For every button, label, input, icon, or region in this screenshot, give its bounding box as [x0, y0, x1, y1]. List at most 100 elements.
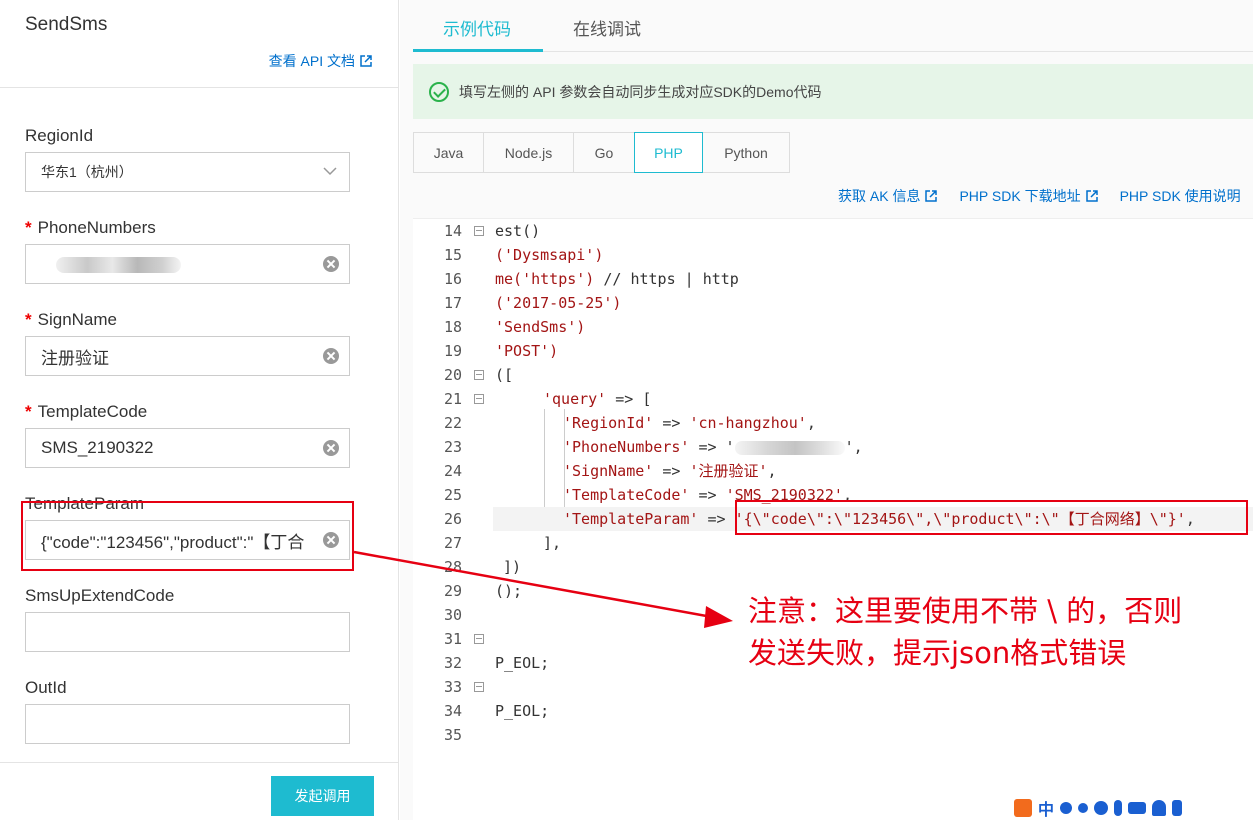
required-mark: * [25, 310, 32, 329]
ak-info-link[interactable]: 获取 AK 信息 [838, 186, 938, 206]
line-number: 20 [443, 366, 462, 384]
out-id-input[interactable] [25, 704, 350, 744]
code-token: 'TemplateParam' [563, 510, 699, 528]
line-number: 33 [443, 678, 462, 696]
code-line: (); [495, 582, 523, 600]
fold-icon[interactable] [474, 370, 484, 380]
code-token: 'cn-hangzhou' [689, 414, 807, 432]
chinese-mode-icon[interactable]: 中 [1038, 796, 1054, 820]
annotation-line-2: 发送失败，提示json格式错误 [748, 636, 1127, 670]
code-line: P_EOL; [495, 654, 550, 672]
user-icon[interactable] [1152, 799, 1167, 816]
fold-icon[interactable] [474, 394, 484, 404]
sms-up-extend-input[interactable] [25, 612, 350, 652]
clear-icon[interactable] [323, 440, 339, 456]
sign-label: * SignName [25, 310, 117, 330]
sign-label-text: SignName [37, 310, 117, 329]
code-line: P_EOL; [495, 702, 550, 720]
tab-online-debug[interactable]: 在线调试 [573, 15, 641, 40]
code-token: me('https') [495, 270, 595, 288]
emoji-icon[interactable] [1094, 800, 1109, 815]
line-number: 23 [443, 438, 462, 456]
line-number: 17 [443, 294, 462, 312]
api-doc-link[interactable]: 查看 API 文档 [269, 51, 372, 71]
code-token: => [689, 486, 726, 504]
active-tab-indicator [413, 49, 543, 52]
lang-tab-nodejs[interactable]: Node.js [483, 132, 574, 173]
line-number: 25 [443, 486, 462, 504]
code-token: => [653, 414, 690, 432]
line-number: 14 [443, 222, 462, 240]
moon-icon[interactable] [1060, 801, 1073, 814]
sms-up-label: SmsUpExtendCode [25, 586, 175, 605]
sdk-usage-label: PHP SDK 使用说明 [1119, 188, 1241, 204]
required-mark: * [25, 218, 32, 237]
phone-input[interactable] [25, 244, 350, 284]
sdk-download-link[interactable]: PHP SDK 下载地址 [959, 186, 1098, 206]
api-title: SendSms [25, 14, 108, 35]
sdk-usage-link[interactable]: PHP SDK 使用说明 [1120, 186, 1241, 206]
external-link-icon [925, 190, 938, 202]
language-tabs: Java Node.js Go PHP Python [413, 132, 790, 173]
fold-icon[interactable] [474, 682, 484, 692]
code-token: 'query' [543, 390, 607, 408]
keyboard-icon[interactable] [1128, 801, 1147, 814]
template-code-input[interactable]: SMS_2190322 [25, 428, 350, 468]
code-line: me('https') // https | http [495, 267, 739, 291]
redacted-phone [56, 257, 181, 273]
sign-name-value: 注册验证 [41, 348, 109, 368]
divider [0, 87, 399, 88]
sogou-ime-icon[interactable] [1014, 798, 1032, 817]
code-token: , [806, 414, 816, 432]
lang-tab-php[interactable]: PHP [634, 132, 703, 173]
tshirt-icon[interactable] [1172, 799, 1183, 816]
line-number: 16 [443, 270, 462, 288]
lang-tab-go[interactable]: Go [573, 132, 635, 173]
external-link-icon [360, 55, 372, 67]
line-number: 35 [443, 726, 462, 744]
lang-tab-python[interactable]: Python [702, 132, 790, 173]
line-number: 31 [443, 630, 462, 648]
code-panel: 示例代码 在线调试 填写左侧的 API 参数会自动同步生成对应SDK的Demo代… [400, 0, 1253, 820]
code-token: '注册验证' [689, 462, 768, 480]
template-code-label: * TemplateCode [25, 402, 147, 422]
line-number: 28 [443, 558, 462, 576]
annotation-line-1: 注意：这里要使用不带 \ 的，否则 [748, 594, 1183, 628]
code-line: est() [495, 222, 541, 240]
highlight-box-code [735, 500, 1248, 535]
fold-icon[interactable] [474, 634, 484, 644]
fold-icon[interactable] [474, 226, 484, 236]
sdk-links: 获取 AK 信息 PHP SDK 下载地址 PHP SDK 使用说明 [838, 186, 1253, 206]
clear-icon[interactable] [323, 256, 339, 272]
required-mark: * [25, 402, 32, 421]
line-number: 18 [443, 318, 462, 336]
microphone-icon[interactable] [1114, 799, 1123, 816]
code-token: 'PhoneNumbers' [563, 438, 690, 456]
submit-button[interactable]: 发起调用 [271, 776, 374, 816]
code-comment: // https | http [594, 270, 739, 288]
line-number: 29 [443, 582, 462, 600]
sign-name-input[interactable]: 注册验证 [25, 336, 350, 376]
notice-text: 填写左侧的 API 参数会自动同步生成对应SDK的Demo代码 [459, 83, 822, 100]
code-token: => [ [606, 390, 652, 408]
check-circle-icon [429, 81, 449, 102]
chevron-down-icon [323, 167, 337, 176]
region-select[interactable]: 华东1（杭州） [25, 152, 350, 192]
line-number: 15 [443, 246, 462, 264]
out-id-label: OutId [25, 678, 67, 697]
clear-icon[interactable] [323, 348, 339, 364]
divider [0, 762, 399, 763]
parameter-panel: SendSms 查看 API 文档 RegionId 华东1（杭州） * Phon… [0, 0, 399, 820]
code-token: , [767, 462, 777, 480]
line-number: 30 [443, 606, 462, 624]
tab-sample-code[interactable]: 示例代码 [443, 15, 511, 40]
highlight-box-param [21, 501, 354, 571]
ime-toolbar: 中 [1010, 795, 1253, 820]
lang-tab-java[interactable]: Java [413, 132, 484, 173]
code-token: 'TemplateCode' [563, 486, 690, 504]
tab-bar: 示例代码 在线调试 [413, 0, 1253, 52]
code-line: 'RegionId' => 'cn-hangzhou', [563, 411, 816, 435]
punctuation-icon[interactable] [1078, 802, 1089, 813]
code-line: ('2017-05-25') [495, 294, 622, 312]
template-code-label-text: TemplateCode [37, 402, 148, 421]
